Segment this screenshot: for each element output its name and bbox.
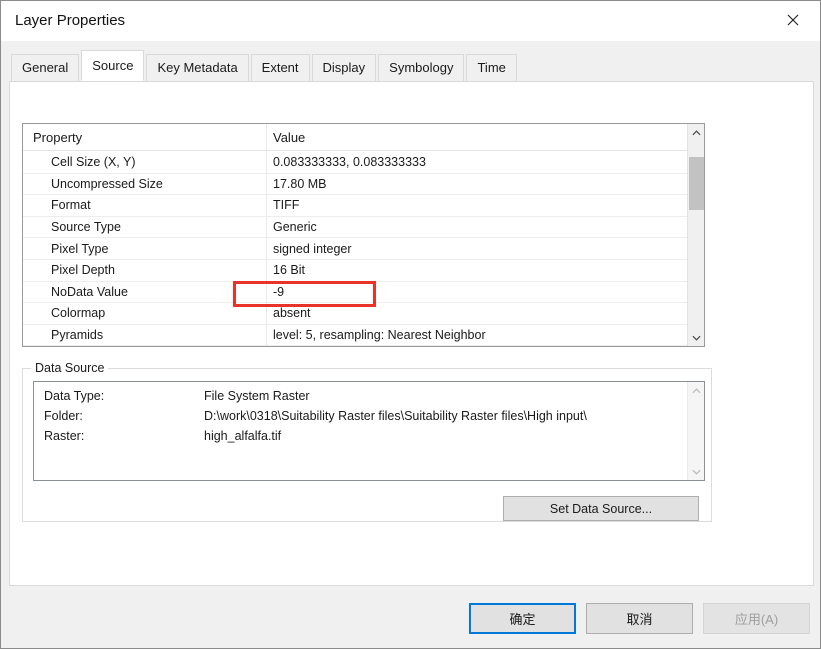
property-cell: NoData Value xyxy=(51,284,128,299)
table-row[interactable]: Pixel Depth 16 Bit xyxy=(23,260,687,282)
tab-strip: General Source Key Metadata Extent Displ… xyxy=(11,50,519,81)
property-cell: Cell Size (X, Y) xyxy=(51,155,136,170)
field-value: D:\work\0318\Suitability Raster files\Su… xyxy=(204,409,587,423)
data-source-field: Raster: high_alfalfa.tif xyxy=(44,429,680,449)
value-cell: absent xyxy=(273,306,311,321)
table-row[interactable]: Pyramids level: 5, resampling: Nearest N… xyxy=(23,325,687,347)
table-row[interactable]: Cell Size (X, Y) 0.083333333, 0.08333333… xyxy=(23,152,687,174)
column-header-value: Value xyxy=(273,130,306,145)
tab-key-metadata[interactable]: Key Metadata xyxy=(146,54,249,81)
cancel-button[interactable]: 取消 xyxy=(586,603,693,634)
table-scrollbar[interactable] xyxy=(687,124,704,346)
property-cell: Pyramids xyxy=(51,328,104,343)
dialog-footer: 确定 取消 应用(A) xyxy=(1,586,820,648)
value-cell: level: 5, resampling: Nearest Neighbor xyxy=(273,328,486,343)
scrollbar-thumb[interactable] xyxy=(689,157,704,210)
source-tab-panel: Property Value Cell Size (X, Y) 0.083333… xyxy=(9,81,814,586)
table-row[interactable]: Source Type Generic xyxy=(23,217,687,239)
property-table: Property Value Cell Size (X, Y) 0.083333… xyxy=(22,123,705,347)
tab-display[interactable]: Display xyxy=(311,54,377,81)
data-source-fields: Data Type: File System Raster Folder: D:… xyxy=(44,389,680,449)
table-row[interactable]: Uncompressed Size 17.80 MB xyxy=(23,174,687,196)
property-cell: Pixel Depth xyxy=(51,263,115,278)
scroll-down-icon[interactable] xyxy=(688,329,705,346)
ok-button[interactable]: 确定 xyxy=(469,603,576,634)
table-row[interactable]: Pixel Type signed integer xyxy=(23,238,687,260)
property-table-rows: Cell Size (X, Y) 0.083333333, 0.08333333… xyxy=(23,152,687,347)
tab-symbology[interactable]: Symbology xyxy=(378,54,465,81)
value-cell: 0.083333333, 0.083333333 xyxy=(273,155,426,170)
table-row[interactable]: Format TIFF xyxy=(23,195,687,217)
value-cell: signed integer xyxy=(273,241,352,256)
data-source-legend: Data Source xyxy=(31,361,109,375)
table-row[interactable]: Colormap absent xyxy=(23,303,687,325)
data-source-field: Data Type: File System Raster xyxy=(44,389,680,409)
value-cell: -9 xyxy=(273,284,285,299)
value-cell: TIFF xyxy=(273,198,300,213)
apply-button: 应用(A) xyxy=(703,603,810,634)
scroll-up-icon[interactable] xyxy=(688,124,705,141)
table-row-nodata-value[interactable]: NoData Value -9 xyxy=(23,282,687,304)
dialog-title: Layer Properties xyxy=(15,12,126,29)
data-source-scrollbar xyxy=(687,382,704,480)
field-label: Raster: xyxy=(44,429,85,443)
property-table-header: Property Value xyxy=(23,124,687,151)
value-cell: 17.80 MB xyxy=(273,176,327,191)
title-bar: Layer Properties xyxy=(1,1,820,41)
field-label: Folder: xyxy=(44,409,83,423)
data-source-field: Folder: D:\work\0318\Suitability Raster … xyxy=(44,409,680,429)
property-cell: Source Type xyxy=(51,220,121,235)
property-cell: Colormap xyxy=(51,306,106,321)
close-button[interactable] xyxy=(776,8,810,34)
data-source-group: Data Source Data Type: File System Raste… xyxy=(22,361,712,522)
property-cell: Uncompressed Size xyxy=(51,176,163,191)
layer-properties-dialog: Layer Properties General Source Key Meta… xyxy=(0,0,821,649)
tab-extent[interactable]: Extent xyxy=(250,54,310,81)
value-cell: Generic xyxy=(273,220,317,235)
data-source-textbox[interactable]: Data Type: File System Raster Folder: D:… xyxy=(33,381,705,481)
scroll-down-icon xyxy=(688,463,705,480)
close-icon xyxy=(786,13,800,30)
field-value: high_alfalfa.tif xyxy=(204,429,282,443)
property-cell: Pixel Type xyxy=(51,241,109,256)
field-label: Data Type: xyxy=(44,389,105,403)
scroll-up-icon xyxy=(688,382,705,399)
column-header-property: Property xyxy=(33,130,83,145)
tab-general[interactable]: General xyxy=(11,54,80,81)
property-cell: Format xyxy=(51,198,91,213)
set-data-source-button[interactable]: Set Data Source... xyxy=(503,496,699,521)
value-cell: 16 Bit xyxy=(273,263,305,278)
field-value: File System Raster xyxy=(204,389,310,403)
tab-time[interactable]: Time xyxy=(466,54,517,81)
tab-source[interactable]: Source xyxy=(81,50,145,81)
